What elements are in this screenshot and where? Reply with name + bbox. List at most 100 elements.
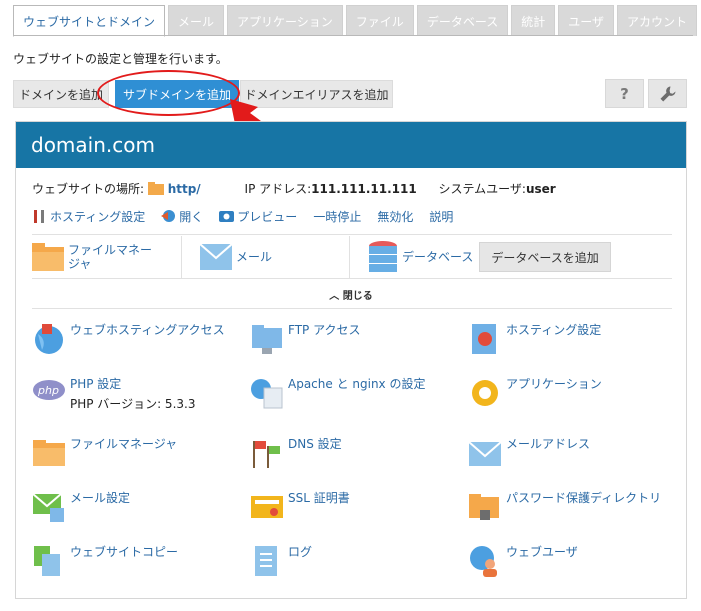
add-domain-button[interactable]: ドメインを追加 [13,80,109,108]
mail-addresses-item[interactable]: メールアドレス [468,436,590,470]
item-label: SSL 証明書 [288,491,350,505]
open-link[interactable]: 開く [161,208,203,225]
item-label: FTP アクセス [288,323,361,337]
hosting-settings-link[interactable]: ホスティング設定 [32,208,145,225]
hosting-settings-item[interactable]: ホスティング設定 [468,322,601,356]
tab-databases[interactable]: データベース [416,5,509,36]
web-users-item[interactable]: ウェブユーザ [468,544,578,578]
ip-label: IP アドレス: [244,182,312,196]
website-copy-item[interactable]: ウェブサイトコピー [32,544,178,578]
quick-access-row: ファイルマネー ジャ メール データベース データベースを追加 [32,236,672,278]
folder-icon [32,243,64,271]
collapse-toggle[interactable]: ︿ 閉じる [16,287,686,302]
item-label: パスワード保護ディレクトリ [506,491,662,505]
quick-file-manager[interactable]: ファイルマネー ジャ [32,236,182,278]
highlight-ellipse [97,70,240,116]
logs-item[interactable]: ログ [250,544,312,578]
description-link[interactable]: 説明 [429,208,453,225]
database-label[interactable]: データベース [402,250,473,264]
log-icon [255,546,277,576]
ftp-folder-icon [252,325,282,354]
folder-icon [147,182,164,195]
item-label: メール設定 [70,491,131,505]
web-user-icon [470,546,497,577]
gear-icon [472,380,498,406]
php-icon: php [33,380,65,400]
file-manager-label-1: ファイルマネー [68,243,153,257]
system-user-value: user [525,182,556,196]
item-label: DNS 設定 [288,437,342,451]
top-tab-bar: ウェブサイトとドメイン メール アプリケーション ファイル データベース 統計 … [13,5,700,37]
preview-link[interactable]: プレビュー [219,208,297,225]
page-subtitle: ウェブサイトの設定と管理を行います。 [13,52,228,66]
item-label: Apache と nginx の設定 [288,377,426,391]
tab-statistics[interactable]: 統計 [511,5,556,36]
item-label: ウェブサイトコピー [70,545,179,559]
tab-mail[interactable]: メール [168,5,225,36]
item-label: PHP 設定 [70,377,122,391]
tab-files[interactable]: ファイル [345,5,414,36]
item-label: ウェブユーザ [506,545,578,559]
description-label: 説明 [429,210,454,224]
hosting-settings-label: ホスティング設定 [50,210,146,224]
ftp-access-item[interactable]: FTP アクセス [250,322,360,356]
item-label: アプリケーション [506,377,602,391]
domain-title: domain.com [16,122,686,168]
domain-info-row: ウェブサイトの場所: http/ IP アドレス:111.111.11.111 … [32,180,556,197]
tab-divider [13,35,693,36]
apache-nginx-item[interactable]: Apache と nginx の設定 [250,376,425,410]
copy-icon [34,546,60,576]
quick-databases: データベース データベースを追加 [350,236,611,278]
help-button[interactable]: ? [605,79,644,108]
dns-settings-item[interactable]: DNS 設定 [250,436,342,470]
envelope-icon [200,244,232,270]
tab-applications[interactable]: アプリケーション [227,5,343,36]
applications-item[interactable]: アプリケーション [468,376,602,410]
ip-value: 111.111.11.111 [311,182,417,196]
domain-actions: ホスティング設定 開く プレビュー 一時停止 無効化 説明 [32,208,469,225]
open-icon [161,210,176,222]
system-user-label: システムユーザ: [438,182,526,196]
open-label: 開く [179,210,204,224]
tools-icon [34,210,44,223]
item-label: ログ [288,545,313,559]
wrench-icon [660,86,675,101]
globe-lock-icon [35,324,63,354]
tab-users[interactable]: ユーザ [558,5,614,36]
mail-settings-item[interactable]: メール設定 [32,490,130,524]
preview-label: プレビュー [237,210,298,224]
apache-nginx-icon [251,379,283,409]
certificate-icon [251,496,283,518]
disable-label: 無効化 [377,210,414,224]
php-version-text: PHP バージョン: 5.3.3 [70,397,196,411]
mail-label: メール [236,250,273,264]
help-icon: ? [620,84,629,103]
collapse-label: 閉じる [342,291,373,302]
web-hosting-access-item[interactable]: ウェブホスティングアクセス [32,322,225,356]
file-manager-item[interactable]: ファイルマネージャ [32,436,177,470]
item-label: ファイルマネージャ [70,437,178,451]
svg-text:php: php [37,384,59,397]
ssl-certificates-item[interactable]: SSL 証明書 [250,490,350,524]
tab-account[interactable]: アカウント [617,5,698,36]
folder-icon [33,440,65,466]
file-manager-label-2: ジャ [68,257,92,271]
add-database-button[interactable]: データベースを追加 [479,242,611,272]
mail-settings-icon [32,493,64,522]
password-protected-dirs-item[interactable]: パスワード保護ディレクトリ [468,490,661,524]
location-label: ウェブサイトの場所: [32,182,145,196]
location-link[interactable]: http/ [168,182,201,196]
suspend-label: 一時停止 [313,210,362,224]
tab-websites-domains[interactable]: ウェブサイトとドメイン [13,5,166,37]
dns-flags-icon [253,441,280,468]
locked-folder-icon [469,494,499,520]
suspend-link[interactable]: 一時停止 [313,208,361,225]
divider [32,278,672,279]
settings-button[interactable] [648,79,687,108]
item-label: メールアドレス [506,437,591,451]
preview-icon [219,211,235,222]
divider [32,234,672,235]
php-settings-item[interactable]: php PHP 設定 PHP バージョン: 5.3.3 [32,376,195,412]
quick-mail[interactable]: メール [182,236,350,278]
disable-link[interactable]: 無効化 [377,208,413,225]
